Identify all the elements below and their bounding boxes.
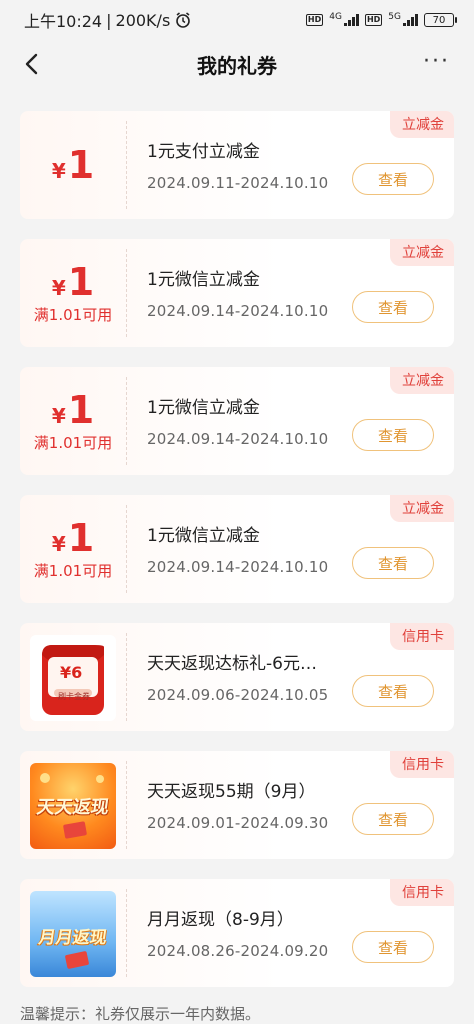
coin-icon [96,775,104,783]
coupon-name: 天天返现55期（9月） [147,782,316,802]
dashed-divider [126,249,127,337]
usage-condition: 满1.01可用 [33,561,113,580]
coupon-name: 1元微信立减金 [147,398,260,418]
dashed-divider [126,633,127,721]
view-button[interactable]: 查看 [352,419,434,451]
coupon-amount-area: ¥ 1 [20,111,126,219]
status-separator: | [106,10,112,30]
view-button[interactable]: 查看 [352,803,434,835]
coupon-amount-area: ¥ 1 满1.01可用 [20,367,126,475]
battery-icon: 70 [424,13,457,27]
dashed-divider [126,377,127,465]
coupon-name: 月月返现（8-9月） [147,910,294,930]
coupon-type-tag: 信用卡 [390,623,454,650]
coupon-name: 天天返现达标礼-6元… [147,654,317,674]
card-icon [62,821,88,839]
amount-value: 1 [67,143,95,187]
dashed-divider [126,121,127,209]
promo-thumbnail-monthly-cashback: 月月返现 [30,891,116,977]
back-arrow-icon [25,53,38,75]
signal-icon-2 [403,14,418,26]
thumbnail-title: 天天返现 [35,797,111,818]
battery-level: 70 [432,14,446,26]
view-button[interactable]: 查看 [352,931,434,963]
page-title: 我的礼券 [197,53,277,78]
coupon-name: 1元微信立减金 [147,526,260,546]
coupon-card[interactable]: ¥ 1 满1.01可用 1元微信立减金 2024.09.14-2024.10.1… [20,367,454,475]
coin-icon [40,773,50,783]
coupon-card[interactable]: ¥6 刷卡金券 天天返现达标礼-6元… 2024.09.06-2024.10.0… [20,623,454,731]
coupon-type-tag: 信用卡 [390,751,454,778]
coupon-amount-area: ¥ 1 满1.01可用 [20,239,126,347]
coupon-amount: ¥ 1 [52,518,94,558]
footer-tip: 温馨提示：礼券仅展示一年内数据。 [20,1005,261,1023]
hd-badge-2: HD [364,14,383,26]
amount-value: 1 [67,387,95,432]
network-label-5g: 5G [388,12,401,22]
coupon-amount: ¥ 1 [52,145,94,185]
coupon-type-tag: 立减金 [390,111,454,138]
alarm-icon [176,12,191,28]
coupon-card[interactable]: 天天返现 天天返现55期（9月） 2024.09.01-2024.09.30 信… [20,751,454,859]
coupon-type-tag: 立减金 [390,495,454,522]
coupon-amount: ¥ 1 [52,390,94,430]
thumbnail-amount: ¥6 [60,663,83,682]
back-button[interactable] [16,48,48,80]
more-options-icon[interactable]: ··· [423,50,450,74]
currency-symbol: ¥ [51,403,66,428]
coupon-type-tag: 立减金 [390,367,454,394]
coupon-card[interactable]: ¥ 1 1元支付立减金 2024.09.11-2024.10.10 立减金 查看 [20,111,454,219]
view-button[interactable]: 查看 [352,163,434,195]
promo-thumbnail-daily-cashback: 天天返现 [30,763,116,849]
currency-symbol: ¥ [51,531,66,556]
dashed-divider [126,505,127,593]
network-label-4g: 4G [329,12,342,22]
coupon-name: 1元支付立减金 [147,142,260,162]
view-button[interactable]: 查看 [352,547,434,579]
coupon-list: ¥ 1 1元支付立减金 2024.09.11-2024.10.10 立减金 查看… [20,111,454,1007]
dashed-divider [126,889,127,977]
coupon-card[interactable]: ¥ 1 满1.01可用 1元微信立减金 2024.09.14-2024.10.1… [20,239,454,347]
thumbnail-subtitle: 刷卡金券 [58,692,90,701]
coupon-type-tag: 立减金 [390,239,454,266]
thumbnail-title: 月月返现 [37,928,109,948]
nav-bar: 我的礼券 ··· [0,40,474,88]
usage-condition: 满1.01可用 [33,305,113,324]
coupon-amount: ¥ 1 [52,262,94,302]
usage-condition: 满1.01可用 [33,433,113,452]
coupon-card[interactable]: ¥ 1 满1.01可用 1元微信立减金 2024.09.14-2024.10.1… [20,495,454,603]
amount-value: 1 [67,259,95,304]
coupon-card[interactable]: 月月返现 月月返现（8-9月） 2024.08.26-2024.09.20 信用… [20,879,454,987]
status-speed: 200K/s [115,10,171,30]
hd-badge: HD [305,14,324,26]
status-time: 上午10:24 [24,12,103,31]
red-envelope-thumbnail: ¥6 刷卡金券 [30,635,116,721]
currency-symbol: ¥ [51,159,66,183]
signal-icon [343,14,359,26]
view-button[interactable]: 查看 [352,291,434,323]
currency-symbol: ¥ [51,275,66,300]
coupon-type-tag: 信用卡 [390,879,454,906]
amount-value: 1 [67,515,95,560]
dashed-divider [126,761,127,849]
view-button[interactable]: 查看 [352,675,434,707]
coupon-amount-area: ¥ 1 满1.01可用 [20,495,126,603]
status-bar: 上午10:24 | 200K/s HD 4G HD 5G 70 [0,0,474,40]
card-icon [64,950,90,970]
coupon-name: 1元微信立减金 [147,270,260,290]
